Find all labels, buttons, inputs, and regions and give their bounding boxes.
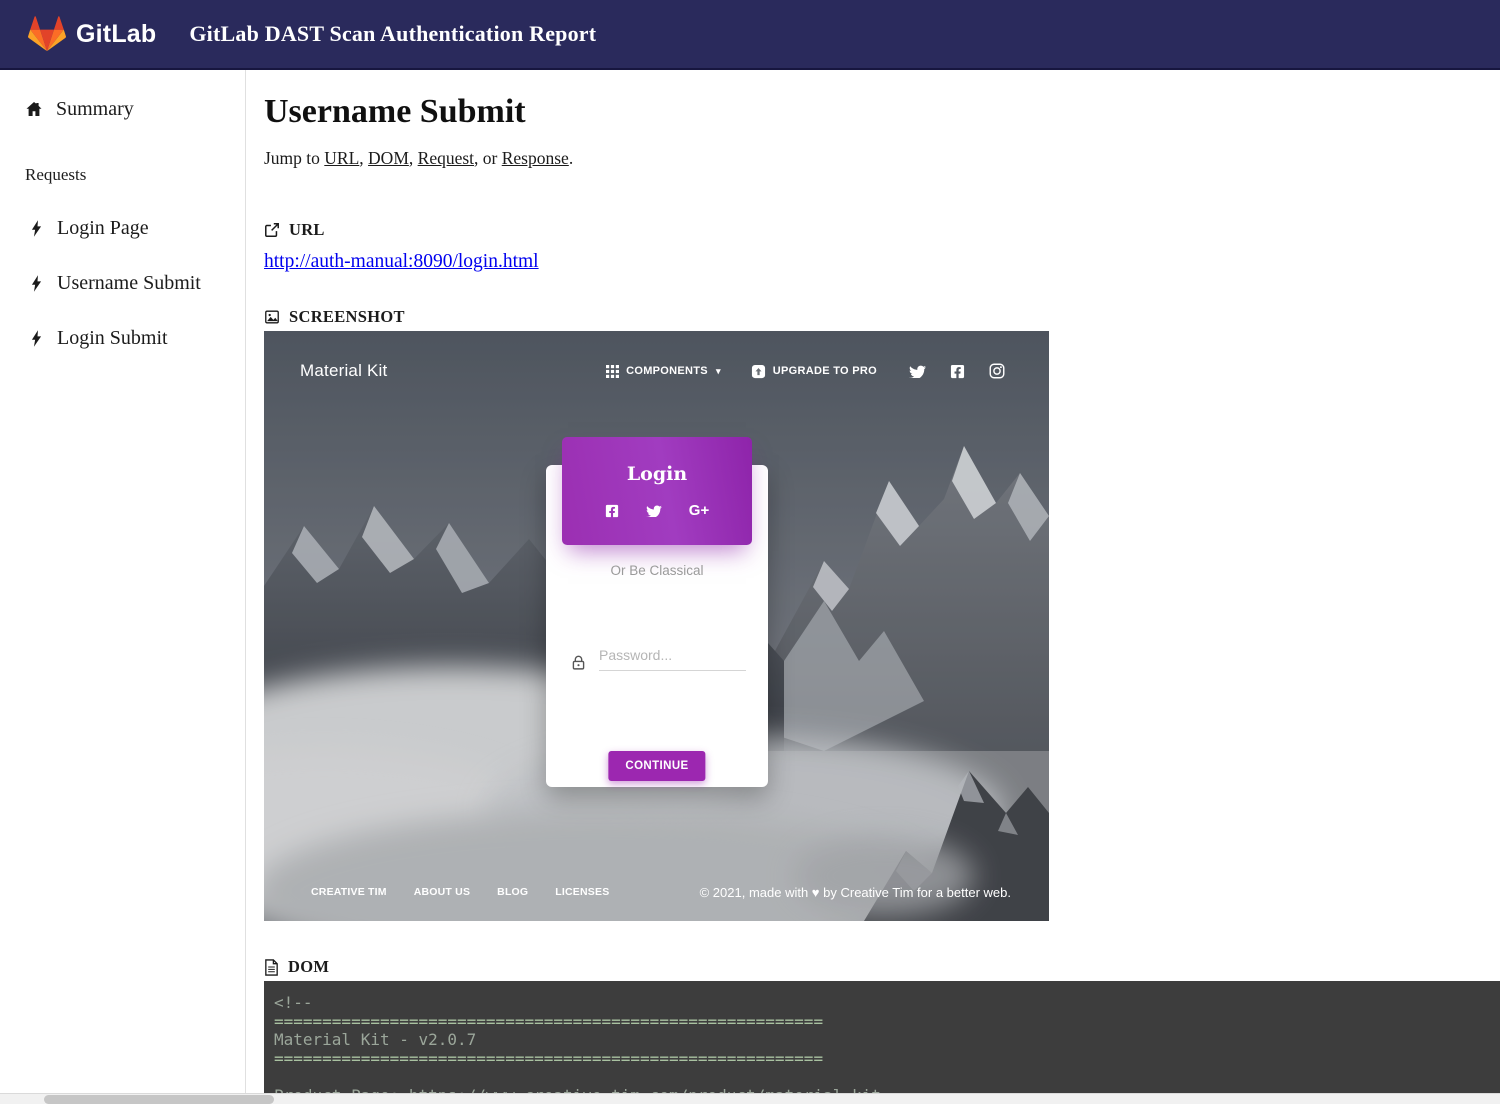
jump-text: Jump to <box>264 148 324 168</box>
scrollbar-thumb[interactable] <box>44 1095 274 1104</box>
sidebar-item-label: Username Submit <box>57 270 201 296</box>
horizontal-scrollbar[interactable] <box>0 1093 1500 1104</box>
code-line <box>274 1068 1490 1087</box>
sidebar-item-summary[interactable]: Summary <box>25 96 245 122</box>
jump-link-url[interactable]: URL <box>324 148 359 168</box>
gitlab-logo-icon <box>27 15 67 53</box>
jump-link-response[interactable]: Response <box>502 148 569 168</box>
sidebar-item-label: Login Submit <box>57 325 168 351</box>
bolt-icon <box>31 275 42 292</box>
bolt-icon <box>31 330 42 347</box>
twitter-icon <box>646 504 662 517</box>
shot-navbar: Material Kit COMPONEN <box>264 331 1049 411</box>
shot-password-field <box>570 647 746 671</box>
shot-login-title: Login <box>562 463 752 485</box>
sidebar-item-label: Summary <box>56 96 134 122</box>
url-heading: URL <box>289 220 325 240</box>
shot-footer-link: BLOG <box>497 886 528 898</box>
facebook-icon <box>605 504 619 518</box>
sidebar-item-login-submit[interactable]: Login Submit <box>25 325 245 351</box>
sidebar-item-username-submit[interactable]: Username Submit <box>25 270 245 296</box>
shot-footer-link: ABOUT US <box>414 886 470 898</box>
shot-footer-link: LICENSES <box>555 886 609 898</box>
google-plus-icon: G+ <box>689 502 709 519</box>
url-section: URL http://auth-manual:8090/login.html <box>264 220 1500 275</box>
upgrade-icon <box>751 364 766 379</box>
target-url-link[interactable]: http://auth-manual:8090/login.html <box>264 249 539 275</box>
code-line: <!-- <box>274 994 1490 1013</box>
dom-section: DOM <!-- ===============================… <box>264 957 1500 1104</box>
jump-text: , or <box>474 148 502 168</box>
jump-links: Jump to URL, DOM, Request, or Response. <box>264 146 1500 170</box>
report-title: GitLab DAST Scan Authentication Report <box>189 21 596 47</box>
brand-name: GitLab <box>76 20 156 49</box>
requests-heading: Requests <box>25 164 245 186</box>
shot-footer-link: CREATIVE TIM <box>311 886 387 898</box>
instagram-icon <box>989 363 1005 379</box>
shot-brand: Material Kit <box>300 361 387 381</box>
home-icon <box>25 100 43 118</box>
screenshot-heading: SCREENSHOT <box>289 307 405 327</box>
shot-copyright: © 2021, made with ♥ by Creative Tim for … <box>700 885 1011 900</box>
main-content: Username Submit Jump to URL, DOM, Reques… <box>246 70 1500 1104</box>
lock-icon <box>570 654 587 671</box>
app-header: GitLab GitLab DAST Scan Authentication R… <box>0 0 1500 70</box>
chevron-down-icon: ▾ <box>716 366 721 377</box>
bolt-icon <box>31 220 42 237</box>
shot-password-input <box>599 647 746 671</box>
shot-components-menu: COMPONENTS ▾ <box>606 365 721 378</box>
dom-code-block: <!-- ===================================… <box>264 981 1500 1104</box>
screenshot-image: Material Kit COMPONEN <box>264 331 1049 921</box>
page-title: Username Submit <box>264 92 1500 132</box>
twitter-icon <box>909 364 926 378</box>
facebook-icon <box>950 364 965 379</box>
document-icon <box>264 959 279 976</box>
shot-upgrade-link: UPGRADE TO PRO <box>751 364 877 379</box>
image-icon <box>264 309 280 325</box>
shot-login-card-header: Login G+ <box>562 437 752 545</box>
jump-text: , <box>409 148 418 168</box>
jump-text: , <box>359 148 368 168</box>
shot-footer: CREATIVE TIM ABOUT US BLOG LICENSES © 20… <box>264 863 1049 921</box>
shot-components-label: COMPONENTS <box>626 365 708 377</box>
shot-or-be-classical: Or Be Classical <box>546 563 768 578</box>
code-line: Material Kit - v2.0.7 <box>274 1031 1490 1050</box>
sidebar: Summary Requests Login Page Username Sub… <box>0 70 246 1104</box>
sidebar-item-login-page[interactable]: Login Page <box>25 215 245 241</box>
code-line: ========================================… <box>274 1050 1490 1069</box>
jump-text: . <box>569 148 573 168</box>
sidebar-item-label: Login Page <box>57 215 149 241</box>
jump-link-request[interactable]: Request <box>418 148 474 168</box>
page: GitLab GitLab DAST Scan Authentication R… <box>0 0 1500 1104</box>
dom-heading: DOM <box>288 957 329 977</box>
code-line: ========================================… <box>274 1013 1490 1032</box>
shot-upgrade-label: UPGRADE TO PRO <box>773 365 877 377</box>
grid-icon <box>606 365 619 378</box>
shot-login-card: Login G+ Or Be Classic <box>546 465 768 787</box>
external-link-icon <box>264 222 280 238</box>
screenshot-section: SCREENSHOT <box>264 307 1500 921</box>
jump-link-dom[interactable]: DOM <box>368 148 409 168</box>
shot-continue-button: CONTINUE <box>608 751 705 781</box>
